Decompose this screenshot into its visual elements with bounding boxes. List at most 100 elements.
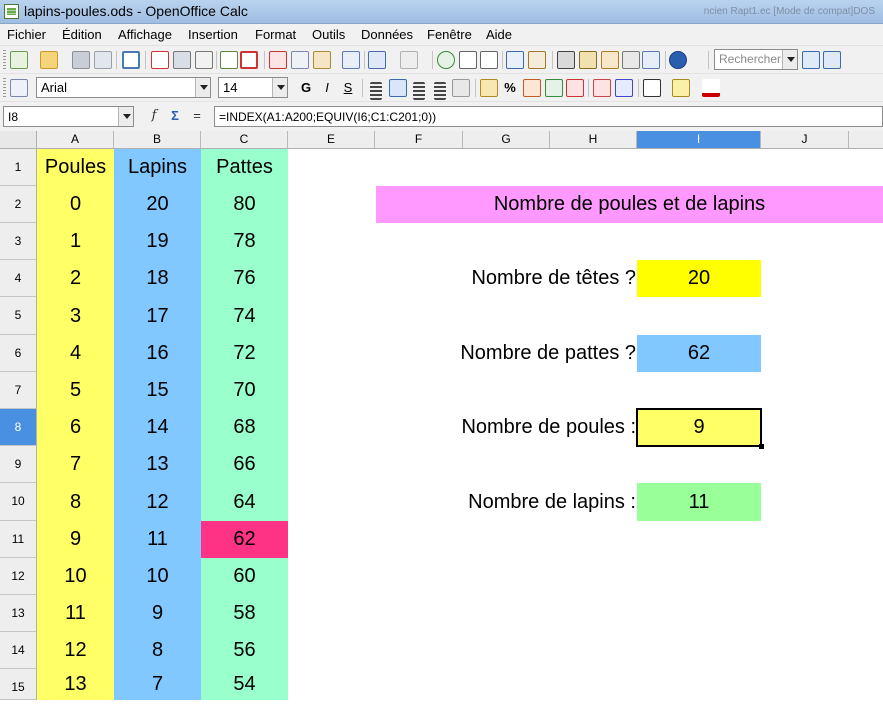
row-header-7[interactable]: 7 — [0, 372, 37, 409]
menu-insertion[interactable]: Insertion — [188, 27, 238, 42]
fill-handle[interactable] — [759, 444, 764, 449]
function-wizard-icon[interactable]: f — [144, 108, 164, 123]
gallery-icon[interactable] — [601, 51, 619, 69]
row-header-11[interactable]: 11 — [0, 521, 37, 558]
row-header-9[interactable]: 9 — [0, 446, 37, 483]
column-header-c[interactable]: C — [201, 131, 288, 149]
styles-icon[interactable] — [10, 79, 28, 97]
merge-cells-icon[interactable] — [452, 79, 470, 97]
lapins-cell[interactable]: 9 — [114, 595, 201, 632]
font-name-select[interactable]: Arial — [36, 77, 211, 98]
paste-icon[interactable] — [313, 51, 331, 69]
poules-cell[interactable]: 11 — [37, 595, 114, 632]
table-header-lapins[interactable]: Lapins — [114, 149, 201, 186]
lapins-cell[interactable]: 17 — [114, 297, 201, 335]
lapins-cell[interactable]: 18 — [114, 260, 201, 297]
background-color-icon[interactable] — [672, 79, 690, 97]
row-header-10[interactable]: 10 — [0, 483, 37, 521]
row-header-12[interactable]: 12 — [0, 558, 37, 595]
pattes-cell[interactable]: 70 — [201, 372, 288, 409]
row-header-14[interactable]: 14 — [0, 632, 37, 669]
pattes-cell[interactable]: 56 — [201, 632, 288, 669]
menu-donnees[interactable]: Données — [361, 27, 413, 42]
formula-input[interactable]: =INDEX(A1:A200;EQUIV(I6;C1:C201;0)) — [214, 106, 883, 127]
cut-icon[interactable] — [269, 51, 287, 69]
poules-cell[interactable]: 12 — [37, 632, 114, 669]
column-header-g[interactable]: G — [463, 131, 550, 149]
redo-icon[interactable] — [400, 51, 418, 69]
align-left-icon[interactable] — [370, 82, 382, 100]
lapins-cell[interactable]: 12 — [114, 483, 201, 521]
poules-cell[interactable]: 5 — [37, 372, 114, 409]
pattes-cell[interactable]: 74 — [201, 297, 288, 335]
menu-fichier[interactable]: Fichier — [7, 27, 46, 42]
add-decimal-icon[interactable] — [545, 79, 563, 97]
lapins-cell[interactable]: 16 — [114, 335, 201, 372]
pattes-cell[interactable]: 54 — [201, 669, 288, 700]
print-icon[interactable] — [173, 51, 191, 69]
table-header-pattes[interactable]: Pattes — [201, 149, 288, 186]
sort-ascending-icon[interactable] — [459, 51, 477, 69]
window-title-bar[interactable]: lapins-poules.ods - OpenOffice Calc ncie… — [0, 0, 883, 24]
toolbar-grip[interactable] — [3, 78, 6, 98]
lapins-cell[interactable]: 11 — [114, 521, 201, 558]
row-header-13[interactable]: 13 — [0, 595, 37, 632]
menu-format[interactable]: Format — [255, 27, 296, 42]
poules-cell[interactable]: 9 — [37, 521, 114, 558]
poules-label[interactable]: Nombre de poules : — [420, 409, 636, 446]
column-header-k[interactable] — [849, 131, 883, 149]
page-preview-icon[interactable] — [195, 51, 213, 69]
save-icon[interactable] — [72, 51, 90, 69]
column-header-a[interactable]: A — [37, 131, 114, 149]
row-header-15[interactable]: 15 — [0, 669, 37, 700]
pattes-cell[interactable]: 62 — [201, 521, 288, 558]
sort-descending-icon[interactable] — [480, 51, 498, 69]
column-header-j[interactable]: J — [761, 131, 849, 149]
lapins-label[interactable]: Nombre de lapins : — [420, 483, 636, 521]
align-right-icon[interactable] — [413, 82, 425, 100]
find-previous-icon[interactable] — [823, 51, 841, 69]
poules-cell[interactable]: 0 — [37, 186, 114, 223]
spreadsheet-grid[interactable]: A B C E F G H I J 1 2 3 4 5 6 7 8 9 10 1… — [0, 131, 883, 700]
poules-cell[interactable]: 7 — [37, 446, 114, 483]
bold-button[interactable]: G — [296, 79, 316, 97]
lapins-cell[interactable]: 7 — [114, 669, 201, 700]
menu-affichage[interactable]: Affichage — [118, 27, 172, 42]
pattes-cell[interactable]: 60 — [201, 558, 288, 595]
lapins-cell[interactable]: 15 — [114, 372, 201, 409]
column-header-i[interactable]: I — [637, 131, 761, 149]
poules-cell[interactable]: 6 — [37, 409, 114, 446]
row-header-8[interactable]: 8 — [0, 409, 37, 446]
standard-number-format-icon[interactable] — [523, 79, 541, 97]
new-document-icon[interactable] — [10, 51, 28, 69]
font-color-icon[interactable] — [702, 79, 720, 97]
lapins-cell[interactable]: 13 — [114, 446, 201, 483]
currency-format-icon[interactable] — [480, 79, 498, 97]
export-pdf-icon[interactable] — [151, 51, 169, 69]
chevron-down-icon[interactable] — [195, 78, 210, 97]
chart-icon[interactable] — [506, 51, 524, 69]
poules-value-cell[interactable]: 9 — [636, 408, 762, 447]
pattes-value-cell[interactable]: 62 — [637, 335, 761, 372]
poules-cell[interactable]: 13 — [37, 669, 114, 700]
chevron-down-icon[interactable] — [782, 50, 797, 69]
row-header-1[interactable]: 1 — [0, 149, 37, 186]
autospellcheck-icon[interactable] — [240, 51, 258, 69]
data-sources-icon[interactable] — [622, 51, 640, 69]
lapins-cell[interactable]: 19 — [114, 223, 201, 260]
lapins-cell[interactable]: 10 — [114, 558, 201, 595]
delete-decimal-icon[interactable] — [566, 79, 584, 97]
percent-format-button[interactable]: % — [500, 79, 520, 97]
poules-cell[interactable]: 10 — [37, 558, 114, 595]
menu-fenetre[interactable]: Fenêtre — [427, 27, 472, 42]
open-folder-icon[interactable] — [40, 51, 58, 69]
column-header-b[interactable]: B — [114, 131, 201, 149]
menu-aide[interactable]: Aide — [486, 27, 512, 42]
tetes-value-cell[interactable]: 20 — [637, 260, 761, 297]
navigator-icon[interactable] — [579, 51, 597, 69]
panel-title[interactable]: Nombre de poules et de lapins — [376, 186, 883, 223]
lapins-cell[interactable]: 20 — [114, 186, 201, 223]
clone-format-icon[interactable] — [342, 51, 360, 69]
align-center-icon[interactable] — [389, 79, 407, 97]
row-header-3[interactable]: 3 — [0, 223, 37, 260]
